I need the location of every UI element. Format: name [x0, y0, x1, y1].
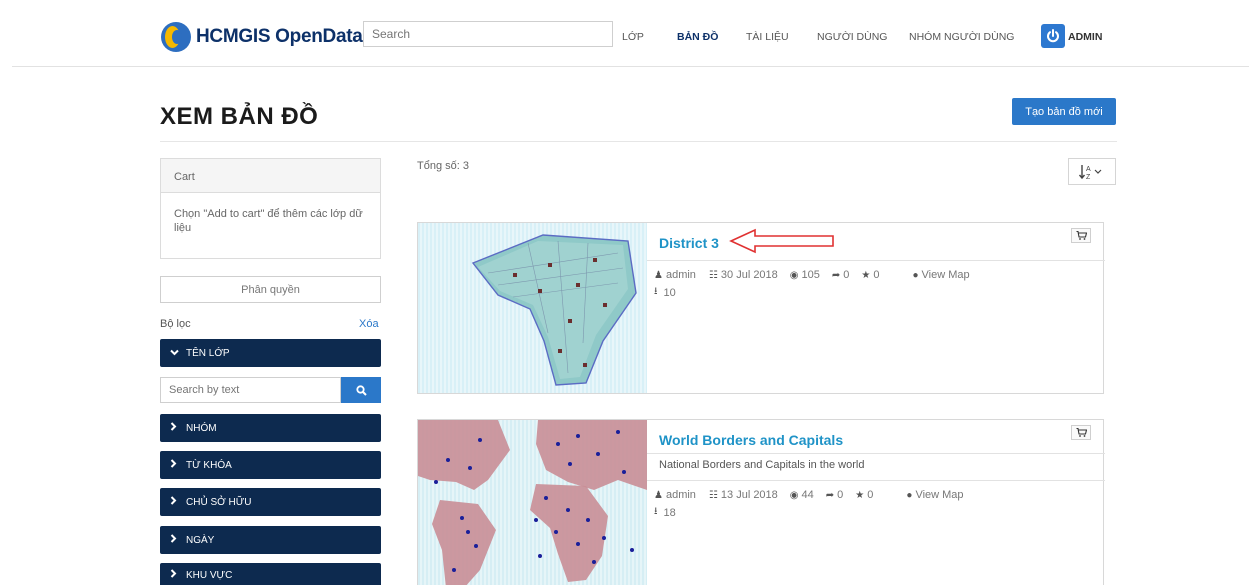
- view-map-link[interactable]: View Map: [915, 489, 963, 501]
- result-card: District 3 ♟ admin ☷ 30 Jul 2018 ◉ 105 ➦…: [417, 222, 1105, 394]
- facet-search-button[interactable]: [341, 377, 381, 403]
- owner-icon: ♟: [654, 269, 663, 281]
- map-thumbnail[interactable]: [418, 223, 647, 393]
- page-title: XEM BẢN ĐỒ: [160, 103, 319, 130]
- chevron-right-icon: [170, 496, 178, 508]
- facet-keywords[interactable]: TỪ KHÓA: [160, 451, 381, 479]
- nav-maps[interactable]: BẢN ĐỒ: [677, 31, 718, 43]
- chevron-right-icon: [170, 569, 178, 581]
- chevron-right-icon: [170, 422, 178, 434]
- cart-panel: Cart Chọn "Add to cart" để thêm các lớp …: [160, 158, 381, 259]
- owner-icon: ♟: [654, 489, 663, 501]
- facet-label: NGÀY: [186, 534, 215, 546]
- facet-label: NHÓM: [186, 422, 217, 434]
- user-menu-label[interactable]: ADMIN: [1068, 31, 1102, 43]
- eye-icon: ◉: [789, 489, 799, 501]
- facet-label: TỪ KHÓA: [186, 459, 232, 471]
- card-divider: [647, 260, 1105, 261]
- card-divider: [647, 480, 1105, 481]
- card-downloads: ⭳ 18: [654, 504, 676, 521]
- svg-text:A: A: [1086, 166, 1091, 173]
- facet-title[interactable]: TÊN LỚP: [160, 339, 381, 367]
- star-icon: ★: [855, 489, 865, 501]
- search-icon: [355, 384, 367, 396]
- facet-label: CHỦ SỞ HỮU: [186, 496, 252, 508]
- sort-button[interactable]: A Z: [1068, 158, 1116, 185]
- nav-people[interactable]: NGƯỜI DÙNG: [817, 31, 887, 43]
- facet-owner[interactable]: CHỦ SỞ HỮU: [160, 488, 381, 516]
- site-logo[interactable]: HCMGIS OpenData: [161, 22, 363, 52]
- rating-count: 0: [867, 489, 874, 501]
- add-to-cart-button[interactable]: [1071, 425, 1091, 440]
- download-count: 10: [663, 286, 676, 299]
- nav-layers[interactable]: LỚP: [622, 31, 644, 43]
- share-count: 0: [837, 489, 844, 501]
- map-abstract: National Borders and Capitals in the wor…: [659, 459, 865, 471]
- chevron-right-icon: [170, 459, 178, 471]
- card-divider: [647, 453, 1105, 454]
- star-icon: ★: [861, 269, 871, 281]
- result-card: World Borders and Capitals National Bord…: [417, 419, 1105, 585]
- card-downloads: ⭳ 10: [654, 284, 676, 301]
- owner-name[interactable]: admin: [666, 489, 696, 501]
- nav-documents[interactable]: TÀI LIỆU: [746, 31, 789, 43]
- eye-icon: ◉: [789, 269, 799, 281]
- facet-date[interactable]: NGÀY: [160, 526, 381, 554]
- rating-count: 0: [873, 269, 880, 281]
- view-count: 105: [801, 269, 820, 281]
- cart-icon: [1076, 231, 1087, 240]
- chevron-down-icon: [170, 347, 179, 359]
- header-divider: [12, 66, 1249, 67]
- cart-hint: Chọn "Add to cart" để thêm các lớp dữ li…: [174, 208, 363, 234]
- create-map-button[interactable]: Tạo bản đồ mới: [1012, 98, 1116, 125]
- share-icon: ➦: [831, 269, 841, 281]
- title-divider: [160, 141, 1117, 142]
- view-map-link[interactable]: View Map: [922, 269, 970, 281]
- logo-icon: [161, 22, 191, 52]
- filters-label: Bộ lọc: [160, 318, 191, 330]
- map-title-link[interactable]: District 3: [659, 235, 719, 251]
- download-count: 18: [663, 506, 676, 519]
- share-icon: ➦: [825, 489, 835, 501]
- clear-filters-link[interactable]: Xóa: [359, 318, 379, 330]
- facet-label: KHU VỰC: [186, 569, 233, 581]
- top-header: HCMGIS OpenData LỚP BẢN ĐỒ TÀI LIỆU NGƯỜ…: [0, 0, 1249, 67]
- sort-alpha-icon: A Z: [1079, 164, 1102, 180]
- cart-icon: [1076, 428, 1087, 437]
- facet-label: TÊN LỚP: [186, 347, 230, 359]
- download-icon: ⭳: [654, 286, 658, 297]
- date-text: 13 Jul 2018: [720, 489, 778, 501]
- svg-text:Z: Z: [1086, 174, 1091, 180]
- card-meta: ♟ admin ☷ 30 Jul 2018 ◉ 105 ➦ 0 ★ 0 ● Vi…: [654, 269, 970, 281]
- global-search-input[interactable]: [363, 21, 613, 47]
- map-thumbnail[interactable]: [418, 420, 647, 585]
- share-count: 0: [843, 269, 850, 281]
- calendar-icon: ☷: [708, 489, 718, 501]
- calendar-icon: ☷: [708, 269, 718, 281]
- chevron-right-icon: [170, 534, 178, 546]
- facet-search-input[interactable]: [160, 377, 341, 403]
- cart-title: Cart: [161, 159, 380, 193]
- annotation-arrow-icon: [729, 228, 834, 254]
- facet-group[interactable]: NHÓM: [160, 414, 381, 442]
- date-text: 30 Jul 2018: [720, 269, 778, 281]
- permissions-button[interactable]: Phân quyền: [160, 276, 381, 303]
- logo-text: HCMGIS OpenData: [196, 26, 363, 47]
- map-marker-icon: ●: [912, 269, 919, 281]
- map-title-link[interactable]: World Borders and Capitals: [659, 432, 843, 448]
- download-icon: ⭳: [654, 506, 658, 517]
- facet-region[interactable]: KHU VỰC: [160, 563, 381, 585]
- card-meta: ♟ admin ☷ 13 Jul 2018 ◉ 44 ➦ 0 ★ 0 ● Vie…: [654, 489, 964, 501]
- results-total: Tổng số: 3: [417, 160, 469, 172]
- view-count: 44: [801, 489, 814, 501]
- map-marker-icon: ●: [906, 489, 913, 501]
- nav-groups[interactable]: NHÓM NGƯỜI DÙNG: [909, 31, 1014, 43]
- power-icon[interactable]: [1041, 24, 1065, 48]
- add-to-cart-button[interactable]: [1071, 228, 1091, 243]
- owner-name[interactable]: admin: [666, 269, 696, 281]
